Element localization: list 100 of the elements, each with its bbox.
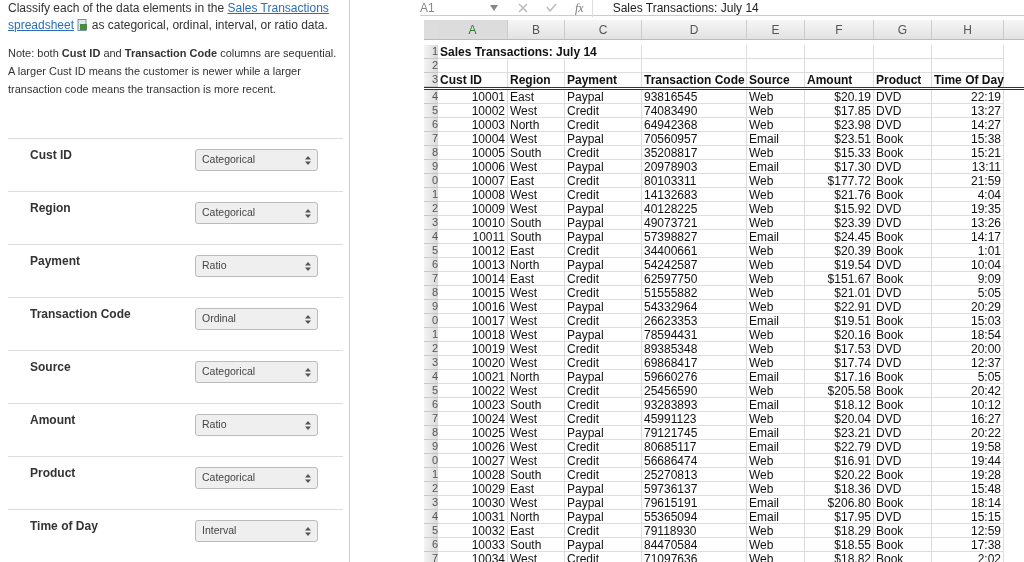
row-number: 3	[431, 74, 438, 85]
table-cell: Web	[747, 188, 805, 202]
table-cell: 1:01	[932, 244, 1004, 258]
item-label: Transaction Code	[30, 306, 132, 323]
table-cell: 79121745	[642, 426, 747, 440]
item-label: Time of Day	[30, 518, 99, 535]
table-cell: Book	[874, 188, 932, 202]
row-number: 7	[431, 553, 438, 562]
table-cell: Paypal	[565, 216, 642, 230]
table-cell: Web	[747, 482, 805, 496]
table-cell: Web	[747, 244, 805, 258]
table-cell: $151.67	[805, 272, 874, 286]
column-header[interactable]: E	[747, 20, 805, 39]
table-cell: 10015	[438, 286, 508, 300]
type-select[interactable]: Categorical	[195, 467, 318, 489]
row-number: 2	[431, 203, 438, 214]
table-cell: Paypal	[565, 426, 642, 440]
table-cell: Book	[874, 174, 932, 188]
table-cell: 15:21	[932, 146, 1004, 160]
table-cell: Book	[874, 314, 932, 328]
table-cell: 70560957	[642, 132, 747, 146]
table-cell: $21.76	[805, 188, 874, 202]
column-header[interactable]: B	[508, 20, 565, 39]
table-cell: 10006	[438, 160, 508, 174]
table-cell: Book	[874, 496, 932, 510]
corner-cell[interactable]	[424, 20, 438, 39]
cancel-icon[interactable]	[518, 2, 528, 13]
table-cell: $18.29	[805, 524, 874, 538]
row-number: 6	[431, 539, 438, 550]
table-cell: 4:04	[932, 188, 1004, 202]
column-header[interactable]: H	[932, 20, 1004, 39]
table-cell: 10018	[438, 328, 508, 342]
table-cell: 10017	[438, 314, 508, 328]
table-cell: 84470584	[642, 538, 747, 552]
dropdown-caret-icon[interactable]	[490, 4, 498, 11]
type-select[interactable]: Interval	[195, 520, 318, 542]
column-header[interactable]: F	[805, 20, 874, 39]
table-cell: East	[508, 174, 565, 188]
row-number: 2	[431, 343, 438, 354]
table-cell: East	[508, 524, 565, 538]
table-cell: $24.45	[805, 230, 874, 244]
table-cell: 78594431	[642, 328, 747, 342]
table-cell: 15:48	[932, 482, 1004, 496]
table-cell: 10029	[438, 482, 508, 496]
name-box[interactable]: A1	[420, 0, 490, 17]
table-cell: 10020	[438, 356, 508, 370]
type-select[interactable]: Ratio	[195, 255, 318, 277]
column-header[interactable]: A	[438, 20, 508, 39]
table-cell: $17.74	[805, 356, 874, 370]
type-select[interactable]: Ratio	[195, 414, 318, 436]
column-heading: Source	[747, 73, 805, 87]
table-cell: Paypal	[565, 328, 642, 342]
type-select[interactable]: Categorical	[195, 202, 318, 224]
table-cell: Credit	[565, 174, 642, 188]
table-cell: 51555882	[642, 286, 747, 300]
table-cell: Book	[874, 398, 932, 412]
check-icon[interactable]	[546, 3, 557, 12]
type-select[interactable]: Ordinal	[195, 308, 318, 330]
updown-caret-icon	[305, 208, 311, 218]
sheet-title: Sales Transactions: July 14	[440, 45, 597, 58]
row-number: 9	[431, 441, 438, 452]
table-cell: East	[508, 482, 565, 496]
spreadsheet-link[interactable]: spreadsheet	[8, 18, 75, 32]
table-cell: 14132683	[642, 188, 747, 202]
table-cell: 25456590	[642, 384, 747, 398]
table-cell: West	[508, 342, 565, 356]
table-cell: East	[508, 244, 565, 258]
empty-cell	[747, 59, 805, 73]
column-header[interactable]: G	[874, 20, 932, 39]
column-heading: Cust ID	[438, 73, 508, 87]
table-cell: $205.58	[805, 384, 874, 398]
column-heading: Transaction Code	[642, 73, 747, 87]
column-header[interactable]: C	[565, 20, 642, 39]
item-label: Source	[30, 359, 72, 376]
table-cell: 35208817	[642, 146, 747, 160]
table-cell: 54332964	[642, 300, 747, 314]
table-cell: $15.33	[805, 146, 874, 160]
row-number: 3	[431, 217, 438, 228]
row-number: 8	[431, 147, 438, 158]
type-select[interactable]: Categorical	[195, 149, 318, 171]
table-cell: 21:59	[932, 174, 1004, 188]
type-select[interactable]: Categorical	[195, 361, 318, 383]
table-cell: 57398827	[642, 230, 747, 244]
spreadsheet-link[interactable]: Sales Transactions	[227, 1, 329, 15]
table-cell: $15.92	[805, 202, 874, 216]
table-cell: 18:54	[932, 328, 1004, 342]
table-cell: Book	[874, 132, 932, 146]
table-cell: Credit	[565, 146, 642, 160]
row-number: 5	[431, 105, 438, 116]
document-icon	[77, 19, 89, 31]
item-label: Region	[30, 200, 72, 217]
table-cell: Book	[874, 524, 932, 538]
table-cell: 19:28	[932, 468, 1004, 482]
empty-cell	[874, 45, 932, 59]
table-cell: 79615191	[642, 496, 747, 510]
table-cell: 13:26	[932, 216, 1004, 230]
row-number: 1	[431, 469, 438, 480]
table-cell: 10030	[438, 496, 508, 510]
table-cell: Paypal	[565, 160, 642, 174]
column-header[interactable]: D	[642, 20, 747, 39]
